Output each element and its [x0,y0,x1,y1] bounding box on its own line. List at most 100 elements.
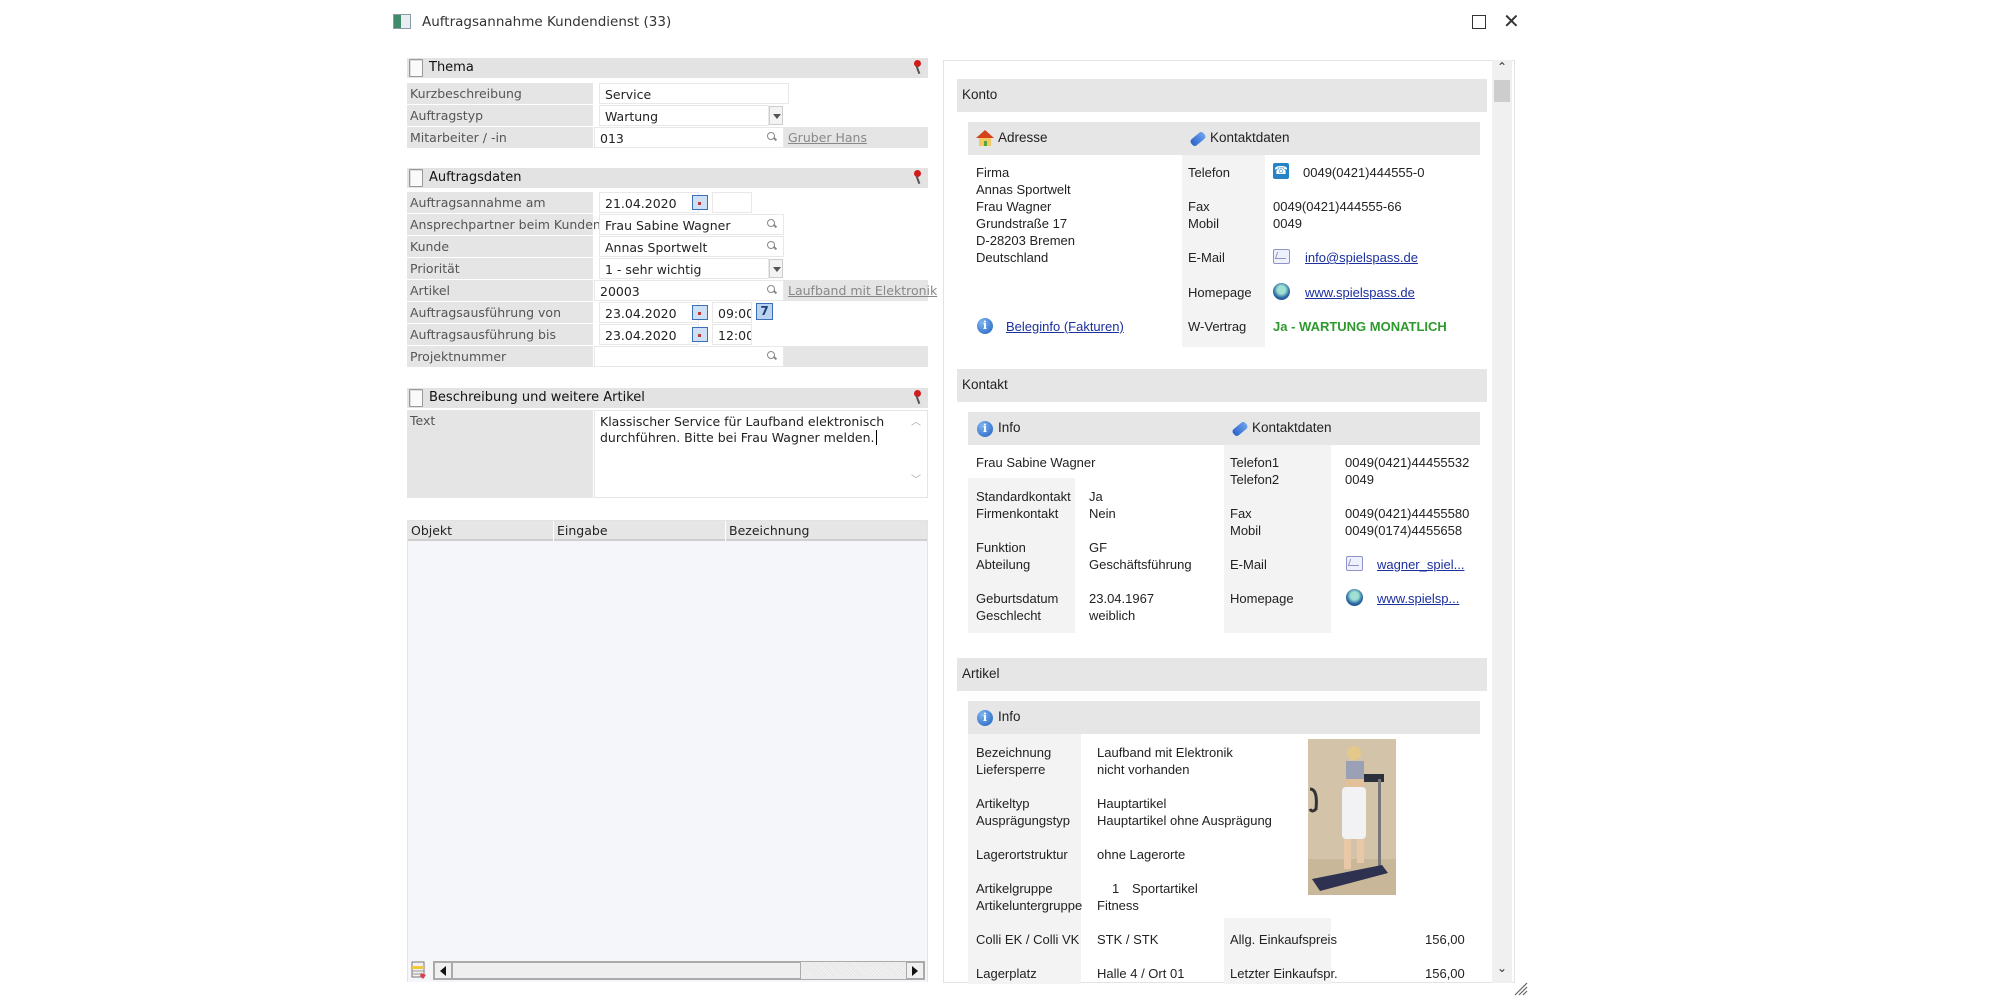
grid-settings-icon[interactable] [411,960,428,980]
section-title: Beschreibung und weitere Artikel [429,390,645,405]
ausfuehrung-von-date-input[interactable]: 23.04.2020 [599,302,699,323]
value-artikelgruppe-nr: 1 [1112,881,1120,896]
search-icon[interactable] [767,219,777,229]
info-title: Info [998,709,1021,724]
label-telefon: Telefon [1188,165,1230,180]
email-link[interactable]: info@spielspass.de [1305,249,1418,266]
section-header-auftragsdaten[interactable]: Auftragsdaten [407,168,928,188]
label-telefon2: Telefon2 [1230,472,1280,487]
address-line: Annas Sportwelt [976,182,1071,197]
kunde-input[interactable]: Annas Sportwelt [599,236,784,257]
scroll-thumb[interactable] [452,962,801,979]
konto-subheader: Adresse Kontaktdaten [968,122,1480,155]
scroll-thumb[interactable] [1494,80,1510,102]
column-header-bezeichnung[interactable]: Bezeichnung [726,521,928,541]
scroll-right-button[interactable] [906,962,924,979]
value-abteilung: Geschäftsführung [1089,557,1192,572]
field-row-kunde: Kunde Annas Sportwelt [407,236,928,257]
document-icon [409,169,423,187]
address-line: Frau Wagner [976,199,1052,214]
label-artikeluntergruppe: Artikeluntergruppe [976,898,1083,913]
value-mobil: 0049(0174)4455658 [1345,523,1463,538]
auftragsannahme-date-input[interactable]: 21.04.2020 [599,192,699,213]
label-colli: Colli EK / Colli VK [976,932,1080,947]
label-homepage: Homepage [1188,285,1252,300]
value-standardkontakt: Ja [1089,489,1103,504]
homepage-link[interactable]: www.spielspass.de [1305,284,1415,301]
phone-icon[interactable]: ☎ [1273,163,1289,179]
section-header-beschreibung[interactable]: Beschreibung und weitere Artikel [407,388,928,408]
value-artikeluntergruppe: Fitness [1097,898,1139,913]
section-header-konto: Konto [957,79,1487,112]
day-calendar-button[interactable]: 7 [756,303,773,320]
scroll-left-button[interactable] [434,962,452,979]
ausfuehrung-bis-time-input[interactable]: 12:00 [712,324,752,345]
ausfuehrung-bis-date-input[interactable]: 23.04.2020 [599,324,699,345]
column-header-objekt[interactable]: Objekt [408,521,554,541]
field-row-mitarbeiter: Mitarbeiter / -in 013 Gruber Hans [407,127,928,148]
label-wvertrag: W-Vertrag [1188,319,1247,334]
pin-icon[interactable] [912,390,922,405]
field-label: Text [407,410,593,498]
value-letzter-einkaufspreis: 156,00 [1425,966,1465,981]
label-lagerplatz: Lagerplatz [976,966,1037,981]
artikel-input[interactable]: 20003 [594,280,784,301]
scroll-down-button[interactable]: ⌄ [1492,961,1512,979]
field-row-ansprechpartner: Ansprechpartner beim Kunden Frau Sabine … [407,214,928,235]
value-mobil: 0049 [1273,216,1302,231]
projektnummer-input[interactable] [594,346,784,367]
field-label: Auftragsannahme am [407,192,593,213]
search-icon[interactable] [767,132,777,142]
email-link[interactable]: wagner_spiel... [1377,556,1464,573]
prioritaet-dropdown-button[interactable] [769,259,783,278]
section-header-thema[interactable]: Thema [407,58,928,78]
auftragstyp-dropdown-button[interactable] [769,106,783,125]
field-label: Auftragsausführung von [407,302,593,323]
description-textarea[interactable]: Klassischer Service für Laufband elektro… [594,410,928,498]
label-liefersperre: Liefersperre [976,762,1046,777]
column-header-eingabe[interactable]: Eingabe [554,521,726,541]
pin-icon[interactable] [912,170,922,185]
ausfuehrung-von-time-input[interactable]: 09:00 [712,302,752,323]
mitarbeiter-link[interactable]: Gruber Hans [788,130,867,145]
email-icon [1273,249,1290,264]
grid-footer [408,958,927,982]
calendar-icon[interactable] [692,195,708,210]
value-geschlecht: weiblich [1089,608,1136,623]
auftragstyp-select[interactable]: Wartung [599,105,769,126]
calendar-icon[interactable] [692,327,708,342]
horizontal-scrollbar[interactable] [433,961,925,980]
chevron-down-icon[interactable]: ﹀ [911,473,921,486]
beleginfo-link[interactable]: Beleginfo (Fakturen) [1006,318,1124,335]
auftragsannahme-time-input[interactable] [712,192,752,213]
search-icon[interactable] [767,285,777,295]
calendar-icon[interactable] [692,305,708,320]
window-app-icon [393,14,411,29]
section-title: Thema [429,60,474,75]
description-line: Klassischer Service für Laufband elektro… [600,414,885,429]
vertical-scrollbar[interactable]: ⌃ ⌄ [1492,60,1512,983]
kurzbeschreibung-input[interactable]: Service [599,83,789,104]
document-icon [409,59,423,77]
mitarbeiter-input[interactable]: 013 [594,127,784,148]
field-label: Kunde [407,236,593,257]
search-icon[interactable] [767,241,777,251]
prioritaet-select[interactable]: 1 - sehr wichtig [599,258,769,279]
value-colli: STK / STK [1097,932,1159,947]
field-row-text: Text Klassischer Service für Laufband el… [407,410,928,498]
homepage-link[interactable]: www.spielsp... [1377,590,1459,607]
chevron-up-icon[interactable]: ︿ [911,415,921,428]
maximize-button[interactable] [1472,15,1486,29]
kontaktdaten-title: Kontaktdaten [1210,130,1290,145]
address-block: Firma Annas Sportwelt Frau Wagner Grunds… [976,164,1075,266]
ansprechpartner-input[interactable]: Frau Sabine Wagner [599,214,784,235]
field-label: Projektnummer [407,346,593,367]
pin-icon[interactable] [912,60,922,75]
search-icon[interactable] [767,351,777,361]
adresse-title: Adresse [998,130,1048,145]
close-button[interactable]: ✕ [1503,9,1520,33]
field-row-kurzbeschreibung: Kurzbeschreibung Service [407,83,928,104]
artikel-link[interactable]: Laufband mit Elektronik [788,283,937,298]
scroll-up-button[interactable]: ⌃ [1492,60,1512,78]
resize-grip-icon[interactable] [1512,980,1528,996]
